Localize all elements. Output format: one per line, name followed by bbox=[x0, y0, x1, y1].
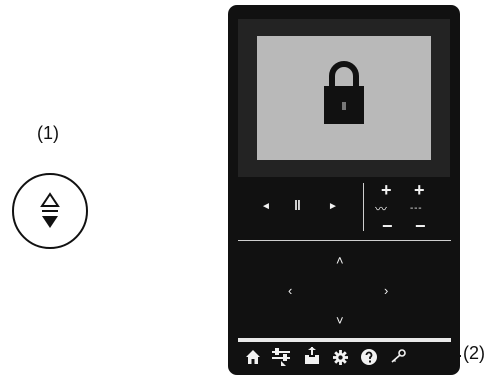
up-down-arrows-icon bbox=[40, 192, 60, 228]
nav-up-button[interactable]: ˄ bbox=[336, 254, 344, 267]
horizontal-divider bbox=[238, 240, 451, 241]
display-screen bbox=[238, 19, 450, 177]
next-button[interactable]: ► bbox=[328, 202, 338, 212]
nav-down-button[interactable]: ˅ bbox=[336, 314, 344, 327]
plus-dc-button[interactable]: + bbox=[414, 181, 425, 199]
bottom-divider bbox=[238, 338, 451, 342]
upload-icon[interactable] bbox=[305, 347, 319, 364]
plus-ac-button[interactable]: + bbox=[381, 181, 392, 199]
previous-button[interactable]: ◄ bbox=[261, 202, 271, 212]
callout-label-2: (2) bbox=[463, 343, 485, 363]
callout-leader-line-2 bbox=[437, 355, 461, 357]
minus-dc-button[interactable]: − bbox=[415, 217, 426, 235]
pause-button[interactable]: ‖ bbox=[294, 198, 301, 212]
callout-label-1: (1) bbox=[37, 123, 59, 143]
lock-icon bbox=[324, 61, 364, 124]
gear-icon[interactable] bbox=[333, 350, 348, 365]
dc-dashed-icon: - - - bbox=[410, 203, 422, 214]
settings-sliders-icon[interactable] bbox=[272, 348, 290, 366]
ac-wave-icon: 〰 bbox=[375, 202, 388, 216]
help-icon[interactable] bbox=[361, 349, 377, 365]
nav-left-button[interactable]: ‹ bbox=[288, 284, 292, 297]
nav-right-button[interactable]: › bbox=[384, 284, 388, 297]
home-icon[interactable] bbox=[246, 350, 260, 364]
vertical-divider bbox=[363, 183, 364, 231]
up-down-button[interactable] bbox=[12, 173, 88, 249]
display-content bbox=[257, 36, 431, 160]
key-icon[interactable] bbox=[390, 349, 406, 363]
minus-ac-button[interactable]: − bbox=[382, 217, 393, 235]
device-panel: ◄ ‖ ► + + 〰 - - - − − ˄ ‹ › ˅ bbox=[228, 5, 460, 375]
